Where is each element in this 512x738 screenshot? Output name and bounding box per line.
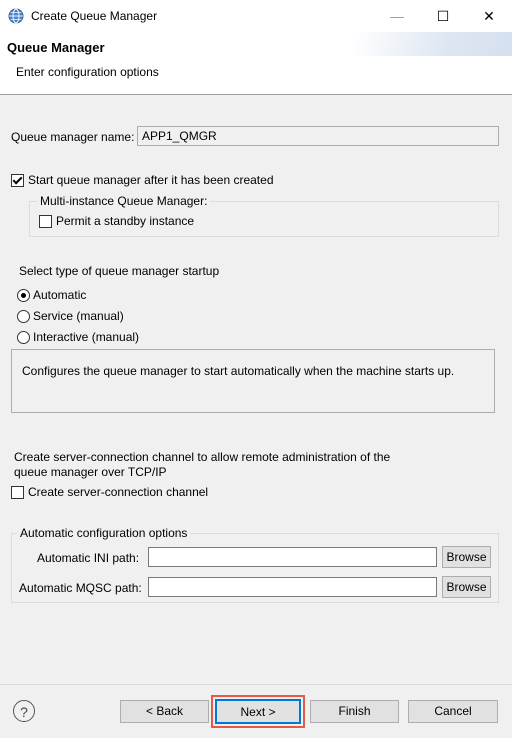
page-subtitle: Enter configuration options bbox=[16, 65, 159, 79]
banner-decoration bbox=[352, 32, 512, 56]
multi-instance-title: Multi-instance Queue Manager: bbox=[37, 194, 211, 208]
server-conn-text-line1: Create server-connection channel to allo… bbox=[14, 450, 391, 464]
startup-automatic-radio[interactable] bbox=[17, 289, 30, 302]
standby-label: Permit a standby instance bbox=[56, 214, 195, 228]
app-globe-icon bbox=[8, 8, 24, 24]
auto-config-title: Automatic configuration options bbox=[17, 526, 191, 540]
page-heading: Queue Manager bbox=[7, 40, 105, 55]
maximize-button[interactable]: ☐ bbox=[420, 0, 466, 32]
mqsc-path-input[interactable] bbox=[148, 577, 437, 597]
title-bar: Create Queue Manager — ☐ ✕ bbox=[0, 0, 512, 32]
finish-button[interactable]: Finish bbox=[310, 700, 399, 723]
server-conn-text-line2: queue manager over TCP/IP bbox=[14, 465, 167, 479]
qm-name-value: APP1_QMGR bbox=[142, 129, 217, 143]
back-button[interactable]: < Back bbox=[120, 700, 209, 723]
start-after-create-label: Start queue manager after it has been cr… bbox=[28, 173, 274, 187]
startup-service-radio[interactable] bbox=[17, 310, 30, 323]
mqsc-path-label: Automatic MQSC path: bbox=[19, 581, 142, 595]
startup-interactive-radio[interactable] bbox=[17, 331, 30, 344]
minimize-button[interactable]: — bbox=[374, 0, 420, 32]
help-icon[interactable]: ? bbox=[13, 700, 35, 722]
qm-name-label: Queue manager name: bbox=[11, 130, 135, 144]
startup-heading: Select type of queue manager startup bbox=[19, 264, 220, 278]
standby-checkbox[interactable] bbox=[39, 215, 52, 228]
ini-path-label: Automatic INI path: bbox=[37, 551, 140, 565]
footer-separator bbox=[0, 684, 512, 685]
startup-service-label: Service (manual) bbox=[33, 309, 124, 323]
wizard-banner: Queue Manager Enter configuration option… bbox=[0, 32, 512, 95]
startup-description-box: Configures the queue manager to start au… bbox=[11, 349, 495, 413]
next-button-highlight: Next > bbox=[211, 695, 305, 728]
ini-browse-button[interactable]: Browse bbox=[442, 546, 491, 568]
startup-automatic-label: Automatic bbox=[33, 288, 87, 302]
cancel-button[interactable]: Cancel bbox=[408, 700, 498, 723]
mqsc-browse-button[interactable]: Browse bbox=[442, 576, 491, 598]
qm-name-field[interactable]: APP1_QMGR bbox=[137, 126, 499, 146]
window-title: Create Queue Manager bbox=[31, 9, 158, 23]
startup-interactive-label: Interactive (manual) bbox=[33, 330, 140, 344]
start-after-create-checkbox[interactable] bbox=[11, 174, 24, 187]
server-conn-checkbox[interactable] bbox=[11, 486, 24, 499]
server-conn-label: Create server-connection channel bbox=[28, 485, 209, 499]
next-button[interactable]: Next > bbox=[215, 699, 301, 724]
close-button[interactable]: ✕ bbox=[466, 0, 512, 32]
ini-path-input[interactable] bbox=[148, 547, 437, 567]
startup-description: Configures the queue manager to start au… bbox=[22, 364, 455, 378]
